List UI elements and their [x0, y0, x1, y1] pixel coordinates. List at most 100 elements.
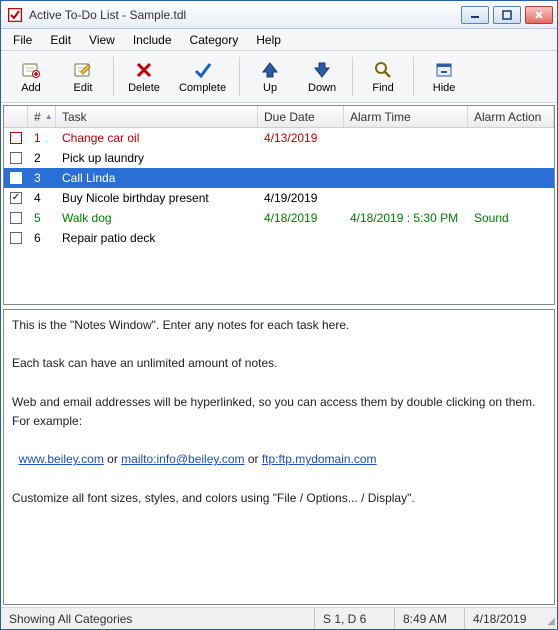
notes-pane[interactable]: This is the "Notes Window". Enter any no…	[3, 309, 555, 605]
table-row[interactable]: 5Walk dog4/18/20194/18/2019 : 5:30 PMSou…	[4, 208, 554, 228]
notes-link[interactable]: www.beiley.com	[19, 452, 104, 466]
col-header-check[interactable]	[4, 106, 28, 127]
minimize-button[interactable]	[461, 6, 489, 24]
notes-text: Web and email addresses will be hyperlin…	[12, 393, 546, 431]
notes-links: www.beiley.com or mailto:info@beiley.com…	[12, 450, 546, 469]
app-window: Active To-Do List - Sample.tdl FileEditV…	[0, 0, 558, 630]
notes-text: This is the "Notes Window". Enter any no…	[12, 316, 546, 335]
menubar: FileEditViewIncludeCategoryHelp	[1, 29, 557, 51]
checkbox-cell	[4, 232, 28, 244]
checkbox-cell	[4, 132, 28, 144]
task-checkbox[interactable]: ✓	[10, 192, 22, 204]
toolbar-separator	[413, 57, 414, 96]
complete-button[interactable]: Complete	[170, 53, 235, 100]
content-area: #▲ Task Due Date Alarm Time Alarm Action…	[1, 103, 557, 607]
cell-due: 4/19/2019	[258, 189, 344, 207]
task-rows: 1Change car oil4/13/20192Pick up laundry…	[4, 128, 554, 304]
col-header-due[interactable]: Due Date	[258, 106, 344, 127]
col-header-task[interactable]: Task	[56, 106, 258, 127]
menu-include[interactable]: Include	[125, 31, 180, 49]
toolbar-label: Complete	[179, 82, 226, 94]
checkbox-cell	[4, 212, 28, 224]
up-button[interactable]: Up	[244, 53, 296, 100]
cell-number: 1	[28, 129, 56, 147]
toolbar-separator	[239, 57, 240, 96]
cell-action	[468, 196, 554, 200]
table-row[interactable]: 6Repair patio deck	[4, 228, 554, 248]
menu-edit[interactable]: Edit	[42, 31, 79, 49]
edit-button[interactable]: Edit	[57, 53, 109, 100]
resize-grip-icon[interactable]: ◢	[541, 608, 557, 629]
cell-task: Call Linda	[56, 169, 258, 187]
cell-task: Pick up laundry	[56, 149, 258, 167]
window-controls	[461, 6, 553, 24]
close-button[interactable]	[525, 6, 553, 24]
add-button[interactable]: Add	[5, 53, 57, 100]
toolbar-label: Hide	[433, 82, 456, 94]
col-header-action[interactable]: Alarm Action	[468, 106, 554, 127]
menu-category[interactable]: Category	[182, 31, 247, 49]
column-header-row: #▲ Task Due Date Alarm Time Alarm Action	[4, 106, 554, 128]
menu-view[interactable]: View	[81, 31, 123, 49]
table-row[interactable]: ✓4Buy Nicole birthday present4/19/2019	[4, 188, 554, 208]
cell-alarm	[344, 136, 468, 140]
delete-icon	[134, 60, 154, 80]
table-row[interactable]: 3Call Linda	[4, 168, 554, 188]
find-icon	[373, 60, 393, 80]
hide-button[interactable]: Hide	[418, 53, 470, 100]
cell-number: 6	[28, 229, 56, 247]
cell-action: Sound	[468, 209, 554, 227]
menu-file[interactable]: File	[5, 31, 40, 49]
notes-text: Customize all font sizes, styles, and co…	[12, 489, 546, 508]
status-date: 4/18/2019	[465, 608, 541, 629]
task-checkbox[interactable]	[10, 152, 22, 164]
toolbar-label: Down	[308, 82, 336, 94]
task-checkbox[interactable]	[10, 172, 22, 184]
cell-alarm: 4/18/2019 : 5:30 PM	[344, 209, 468, 227]
window-title: Active To-Do List - Sample.tdl	[29, 8, 461, 22]
task-checkbox[interactable]	[10, 232, 22, 244]
cell-due	[258, 236, 344, 240]
statusbar: Showing All Categories S 1, D 6 8:49 AM …	[1, 607, 557, 629]
cell-action	[468, 176, 554, 180]
toolbar-separator	[113, 57, 114, 96]
maximize-button[interactable]	[493, 6, 521, 24]
down-button[interactable]: Down	[296, 53, 348, 100]
status-selection: S 1, D 6	[315, 608, 395, 629]
col-header-number[interactable]: #▲	[28, 106, 56, 127]
complete-icon	[193, 60, 213, 80]
table-row[interactable]: 1Change car oil4/13/2019	[4, 128, 554, 148]
status-time: 8:49 AM	[395, 608, 465, 629]
toolbar: Add Edit Delete Complete Up Down Find Hide	[1, 51, 557, 103]
task-checkbox[interactable]	[10, 132, 22, 144]
cell-due: 4/18/2019	[258, 209, 344, 227]
cell-task: Change car oil	[56, 129, 258, 147]
cell-due	[258, 176, 344, 180]
toolbar-label: Delete	[128, 82, 160, 94]
table-row[interactable]: 2Pick up laundry	[4, 148, 554, 168]
toolbar-separator	[352, 57, 353, 96]
delete-button[interactable]: Delete	[118, 53, 170, 100]
toolbar-label: Find	[372, 82, 393, 94]
task-list: #▲ Task Due Date Alarm Time Alarm Action…	[3, 105, 555, 305]
cell-task: Buy Nicole birthday present	[56, 189, 258, 207]
find-button[interactable]: Find	[357, 53, 409, 100]
cell-alarm	[344, 196, 468, 200]
cell-task: Walk dog	[56, 209, 258, 227]
cell-number: 3	[28, 169, 56, 187]
menu-help[interactable]: Help	[248, 31, 289, 49]
cell-number: 2	[28, 149, 56, 167]
notes-link[interactable]: mailto:info@beiley.com	[121, 452, 244, 466]
titlebar[interactable]: Active To-Do List - Sample.tdl	[1, 1, 557, 29]
checkbox-cell: ✓	[4, 192, 28, 204]
col-header-alarm[interactable]: Alarm Time	[344, 106, 468, 127]
cell-alarm	[344, 236, 468, 240]
cell-number: 5	[28, 209, 56, 227]
cell-action	[468, 156, 554, 160]
status-category: Showing All Categories	[1, 608, 315, 629]
app-icon	[7, 7, 23, 23]
task-checkbox[interactable]	[10, 212, 22, 224]
checkbox-cell	[4, 172, 28, 184]
notes-link[interactable]: ftp:ftp.mydomain.com	[262, 452, 377, 466]
toolbar-label: Edit	[74, 82, 93, 94]
